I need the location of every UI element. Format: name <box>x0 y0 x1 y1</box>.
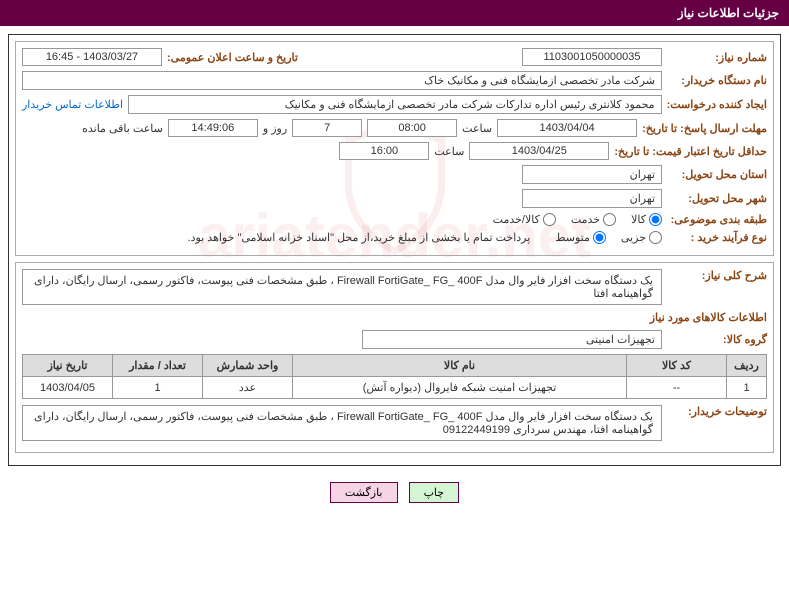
days-remaining: 7 <box>292 119 362 137</box>
buyer-org-label: نام دستگاه خریدار: <box>667 74 767 87</box>
radio-service-input[interactable] <box>603 213 616 226</box>
td-row: 1 <box>727 377 767 399</box>
buyer-org-value: شرکت مادر تخصصی ازمایشگاه فنی و مکانیک خ… <box>22 71 662 90</box>
province-value: تهران <box>522 165 662 184</box>
table-row: 1 -- تجهیزات امنیت شبکه فایروال (دیواره … <box>23 377 767 399</box>
hour-label-1: ساعت <box>462 122 492 135</box>
buyer-notes-label: توضیحات خریدار: <box>667 405 767 418</box>
city-label: شهر محل تحویل: <box>667 192 767 205</box>
days-and-label: روز و <box>263 122 287 135</box>
general-desc-label: شرح کلی نیاز: <box>667 269 767 282</box>
th-code: کد کالا <box>627 355 727 377</box>
radio-service[interactable]: خدمت <box>571 213 616 226</box>
radio-both-input[interactable] <box>543 213 556 226</box>
items-title: اطلاعات کالاهای مورد نیاز <box>22 311 767 324</box>
info-section-2: شرح کلی نیاز: یک دستگاه سخت افزار فایر و… <box>15 262 774 453</box>
td-qty: 1 <box>113 377 203 399</box>
validity-label: حداقل تاریخ اعتبار قیمت: تا تاریخ: <box>614 145 767 158</box>
deadline-hour: 08:00 <box>367 119 457 137</box>
process-radio-group: جزیی متوسط <box>555 231 662 244</box>
page-title: جزئیات اطلاعات نیاز <box>678 6 779 20</box>
radio-goods[interactable]: کالا <box>631 213 662 226</box>
th-qty: تعداد / مقدار <box>113 355 203 377</box>
buyer-notes-value: یک دستگاه سخت افزار فایر وال مدل Firewal… <box>22 405 662 441</box>
td-unit: عدد <box>203 377 293 399</box>
radio-partial-input[interactable] <box>649 231 662 244</box>
requester-value: محمود کلانتری رئیس اداره تدارکات شرکت ما… <box>128 95 662 114</box>
button-row: چاپ بازگشت <box>0 474 789 511</box>
back-button[interactable]: بازگشت <box>330 482 398 503</box>
process-label: نوع فرآیند خرید : <box>667 231 767 244</box>
validity-date: 1403/04/25 <box>469 142 609 160</box>
payment-note: پرداخت تمام یا بخشی از مبلغ خرید،از محل … <box>188 231 531 244</box>
need-number-value: 1103001050000035 <box>522 48 662 66</box>
radio-goods-input[interactable] <box>649 213 662 226</box>
td-code: -- <box>627 377 727 399</box>
items-table: ردیف کد کالا نام کالا واحد شمارش تعداد /… <box>22 354 767 399</box>
deadline-date: 1403/04/04 <box>497 119 637 137</box>
main-container: ariatender.net شماره نیاز: 1103001050000… <box>8 34 781 466</box>
deadline-label: مهلت ارسال پاسخ: تا تاریخ: <box>642 122 767 135</box>
th-row: ردیف <box>727 355 767 377</box>
page-header: جزئیات اطلاعات نیاز <box>0 0 789 26</box>
hour-label-2: ساعت <box>434 145 464 158</box>
need-number-label: شماره نیاز: <box>667 51 767 64</box>
th-name: نام کالا <box>293 355 627 377</box>
td-name: تجهیزات امنیت شبکه فایروال (دیواره آتش) <box>293 377 627 399</box>
requester-label: ایجاد کننده درخواست: <box>667 98 767 111</box>
group-label: گروه کالا: <box>667 333 767 346</box>
td-date: 1403/04/05 <box>23 377 113 399</box>
announce-date-value: 1403/03/27 - 16:45 <box>22 48 162 66</box>
province-label: استان محل تحویل: <box>667 168 767 181</box>
radio-partial[interactable]: جزیی <box>621 231 662 244</box>
validity-hour: 16:00 <box>339 142 429 160</box>
table-header-row: ردیف کد کالا نام کالا واحد شمارش تعداد /… <box>23 355 767 377</box>
buyer-contact-link[interactable]: اطلاعات تماس خریدار <box>22 98 123 111</box>
announce-date-label: تاریخ و ساعت اعلان عمومی: <box>167 51 298 64</box>
print-button[interactable]: چاپ <box>409 482 460 503</box>
time-remaining: 14:49:06 <box>168 119 258 137</box>
time-remain-label: ساعت باقی مانده <box>82 122 163 135</box>
th-unit: واحد شمارش <box>203 355 293 377</box>
category-radio-group: کالا خدمت کالا/خدمت <box>493 213 662 226</box>
general-desc-value: یک دستگاه سخت افزار فایر وال مدل Firewal… <box>22 269 662 305</box>
group-value: تجهیزات امنیتی <box>362 330 662 349</box>
th-date: تاریخ نیاز <box>23 355 113 377</box>
info-section-1: شماره نیاز: 1103001050000035 تاریخ و ساع… <box>15 41 774 256</box>
radio-both[interactable]: کالا/خدمت <box>493 213 556 226</box>
radio-medium[interactable]: متوسط <box>555 231 606 244</box>
radio-medium-input[interactable] <box>593 231 606 244</box>
category-label: طبقه بندی موضوعی: <box>667 213 767 226</box>
city-value: تهران <box>522 189 662 208</box>
